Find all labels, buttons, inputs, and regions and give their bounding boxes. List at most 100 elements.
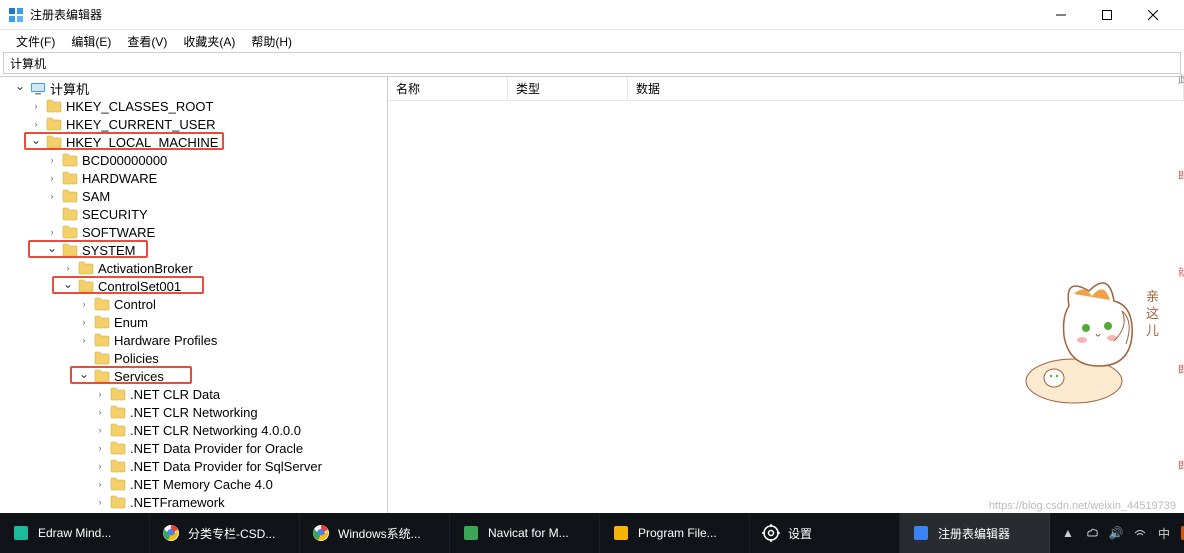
taskbar-item[interactable]: Program File... xyxy=(600,513,750,553)
chevron-down-icon[interactable]: ⌄ xyxy=(76,366,92,382)
chevron-right-icon[interactable]: › xyxy=(92,440,108,456)
menubar: 文件(F) 编辑(E) 查看(V) 收藏夹(A) 帮助(H) xyxy=(0,30,1184,52)
tree-node[interactable]: ›HARDWARE xyxy=(0,169,387,187)
svg-text:这: 这 xyxy=(1146,306,1159,321)
folder-icon xyxy=(110,423,126,437)
tree-node[interactable]: › HKEY_CLASSES_ROOT xyxy=(0,97,387,115)
tree-node[interactable]: ›Control xyxy=(0,295,387,313)
tree-label: .NETFramework xyxy=(130,495,225,510)
taskbar-item[interactable]: 分类专栏-CSD... xyxy=(150,513,300,553)
taskbar-label: 注册表编辑器 xyxy=(938,525,1010,542)
tree-node[interactable]: ›HKEY_CURRENT_USER xyxy=(0,115,387,133)
chevron-right-icon[interactable]: › xyxy=(44,170,60,186)
tree-label: Hardware Profiles xyxy=(114,333,217,348)
tree-node[interactable]: ›.NET Data Provider for Oracle xyxy=(0,439,387,457)
tray-up-icon[interactable]: ▲ xyxy=(1060,525,1076,541)
list-header: 名称 类型 数据 xyxy=(388,77,1184,101)
menu-edit[interactable]: 编辑(E) xyxy=(63,33,119,50)
chevron-right-icon[interactable]: › xyxy=(28,98,44,114)
menu-file[interactable]: 文件(F) xyxy=(8,33,63,50)
tray-cloud-icon[interactable] xyxy=(1084,525,1100,541)
tree-label: .NET CLR Data xyxy=(130,387,220,402)
chevron-right-icon[interactable]: › xyxy=(28,116,44,132)
tree-node[interactable]: › .NETFramework xyxy=(0,493,387,511)
chevron-down-icon[interactable]: ⌄ xyxy=(60,276,76,292)
folder-icon xyxy=(62,171,78,185)
tree-node[interactable]: ⌄SYSTEM xyxy=(0,241,387,259)
chevron-right-icon[interactable]: › xyxy=(44,152,60,168)
tree-node[interactable]: ⌄ Services xyxy=(0,367,387,385)
chevron-right-icon[interactable]: › xyxy=(76,314,92,330)
maximize-button[interactable] xyxy=(1084,0,1130,30)
chevron-right-icon[interactable]: › xyxy=(92,458,108,474)
chevron-right-icon[interactable]: › xyxy=(44,188,60,204)
address-bar[interactable]: 计算机 xyxy=(3,52,1181,74)
taskbar-item[interactable]: Edraw Mind... xyxy=(0,513,150,553)
tree-node[interactable]: Policies xyxy=(0,349,387,367)
tree-label: HKEY_CLASSES_ROOT xyxy=(66,99,213,114)
taskbar-label: Program File... xyxy=(638,526,717,540)
tree-label: 计算机 xyxy=(50,79,89,98)
chevron-right-icon[interactable]: › xyxy=(76,332,92,348)
taskbar-item[interactable]: Navicat for M... xyxy=(450,513,600,553)
taskbar-item[interactable]: 设置 xyxy=(750,513,900,553)
taskbar-item[interactable]: 注册表编辑器 xyxy=(900,513,1050,553)
chevron-right-icon[interactable]: › xyxy=(92,494,108,510)
menu-view[interactable]: 查看(V) xyxy=(119,33,175,50)
chevron-down-icon[interactable]: ⌄ xyxy=(12,78,28,94)
chevron-right-icon[interactable]: › xyxy=(92,404,108,420)
col-type[interactable]: 类型 xyxy=(508,77,628,100)
chevron-right-icon[interactable]: › xyxy=(76,296,92,312)
chevron-right-icon[interactable]: › xyxy=(92,386,108,402)
tree-node[interactable]: ⌄HKEY_LOCAL_MACHINE xyxy=(0,133,387,151)
taskbar-label: Edraw Mind... xyxy=(38,526,111,540)
tree-node[interactable]: ›SOFTWARE xyxy=(0,223,387,241)
col-name[interactable]: 名称 xyxy=(388,77,508,100)
minimize-button[interactable] xyxy=(1038,0,1084,30)
tray-volume-icon[interactable]: 🔊 xyxy=(1108,525,1124,541)
chevron-right-icon[interactable]: › xyxy=(60,260,76,276)
tree-node[interactable]: ›.NET Memory Cache 4.0 xyxy=(0,475,387,493)
tree-label: Enum xyxy=(114,315,148,330)
tree-pane[interactable]: ⌄ 计算机 › HKEY_CLASSES_ROOT›HKEY_CURRENT_USER… xyxy=(0,77,388,514)
folder-icon xyxy=(94,333,110,347)
tree-node[interactable]: ›BCD00000000 xyxy=(0,151,387,169)
tree-node[interactable]: › Enum xyxy=(0,313,387,331)
taskbar-label: Windows系统... xyxy=(338,525,421,542)
tree-node[interactable]: ›ActivationBroker xyxy=(0,259,387,277)
tree-node[interactable]: › .NET Data Provider for SqlServer xyxy=(0,457,387,475)
chevron-down-icon[interactable]: ⌄ xyxy=(28,132,44,148)
tray-sogou-icon[interactable]: S xyxy=(1180,525,1184,541)
folder-icon xyxy=(62,225,78,239)
taskbar-label: Navicat for M... xyxy=(488,526,569,540)
menu-favorites[interactable]: 收藏夹(A) xyxy=(175,33,243,50)
taskbar-item[interactable]: Windows系统... xyxy=(300,513,450,553)
tree-label: Services xyxy=(114,369,164,384)
window-title: 注册表编辑器 xyxy=(30,6,1038,23)
tree-label: ControlSet001 xyxy=(98,279,181,294)
tree-node[interactable]: ⌄ ControlSet001 xyxy=(0,277,387,295)
close-button[interactable] xyxy=(1130,0,1176,30)
system-tray: ▲ 🔊 中 S 16:3 2020/ xyxy=(1050,521,1184,545)
list-body[interactable]: 亲 这 儿 xyxy=(388,101,1184,514)
tree-node[interactable]: › .NET CLR Data xyxy=(0,385,387,403)
taskbar-app-icon xyxy=(162,524,180,542)
tree-node[interactable]: › Hardware Profiles xyxy=(0,331,387,349)
menu-help[interactable]: 帮助(H) xyxy=(243,33,300,50)
tray-network-icon[interactable] xyxy=(1132,525,1148,541)
tree-node[interactable]: ›SAM xyxy=(0,187,387,205)
tree-node[interactable]: SECURITY xyxy=(0,205,387,223)
tray-ime-icon[interactable]: 中 xyxy=(1156,525,1172,541)
tree-node[interactable]: ›.NET CLR Networking xyxy=(0,403,387,421)
folder-icon xyxy=(62,207,78,221)
tree-node[interactable]: ›.NET CLR Networking 4.0.0.0 xyxy=(0,421,387,439)
folder-icon xyxy=(110,495,126,509)
tree-label: .NET Data Provider for SqlServer xyxy=(130,459,322,474)
chevron-right-icon[interactable]: › xyxy=(92,476,108,492)
tree-node[interactable]: ⌄ 计算机 xyxy=(0,79,387,97)
chevron-right-icon[interactable]: › xyxy=(44,224,60,240)
address-text: 计算机 xyxy=(10,55,46,72)
chevron-right-icon[interactable]: › xyxy=(92,422,108,438)
col-data[interactable]: 数据 xyxy=(628,77,1184,100)
chevron-down-icon[interactable]: ⌄ xyxy=(44,240,60,256)
